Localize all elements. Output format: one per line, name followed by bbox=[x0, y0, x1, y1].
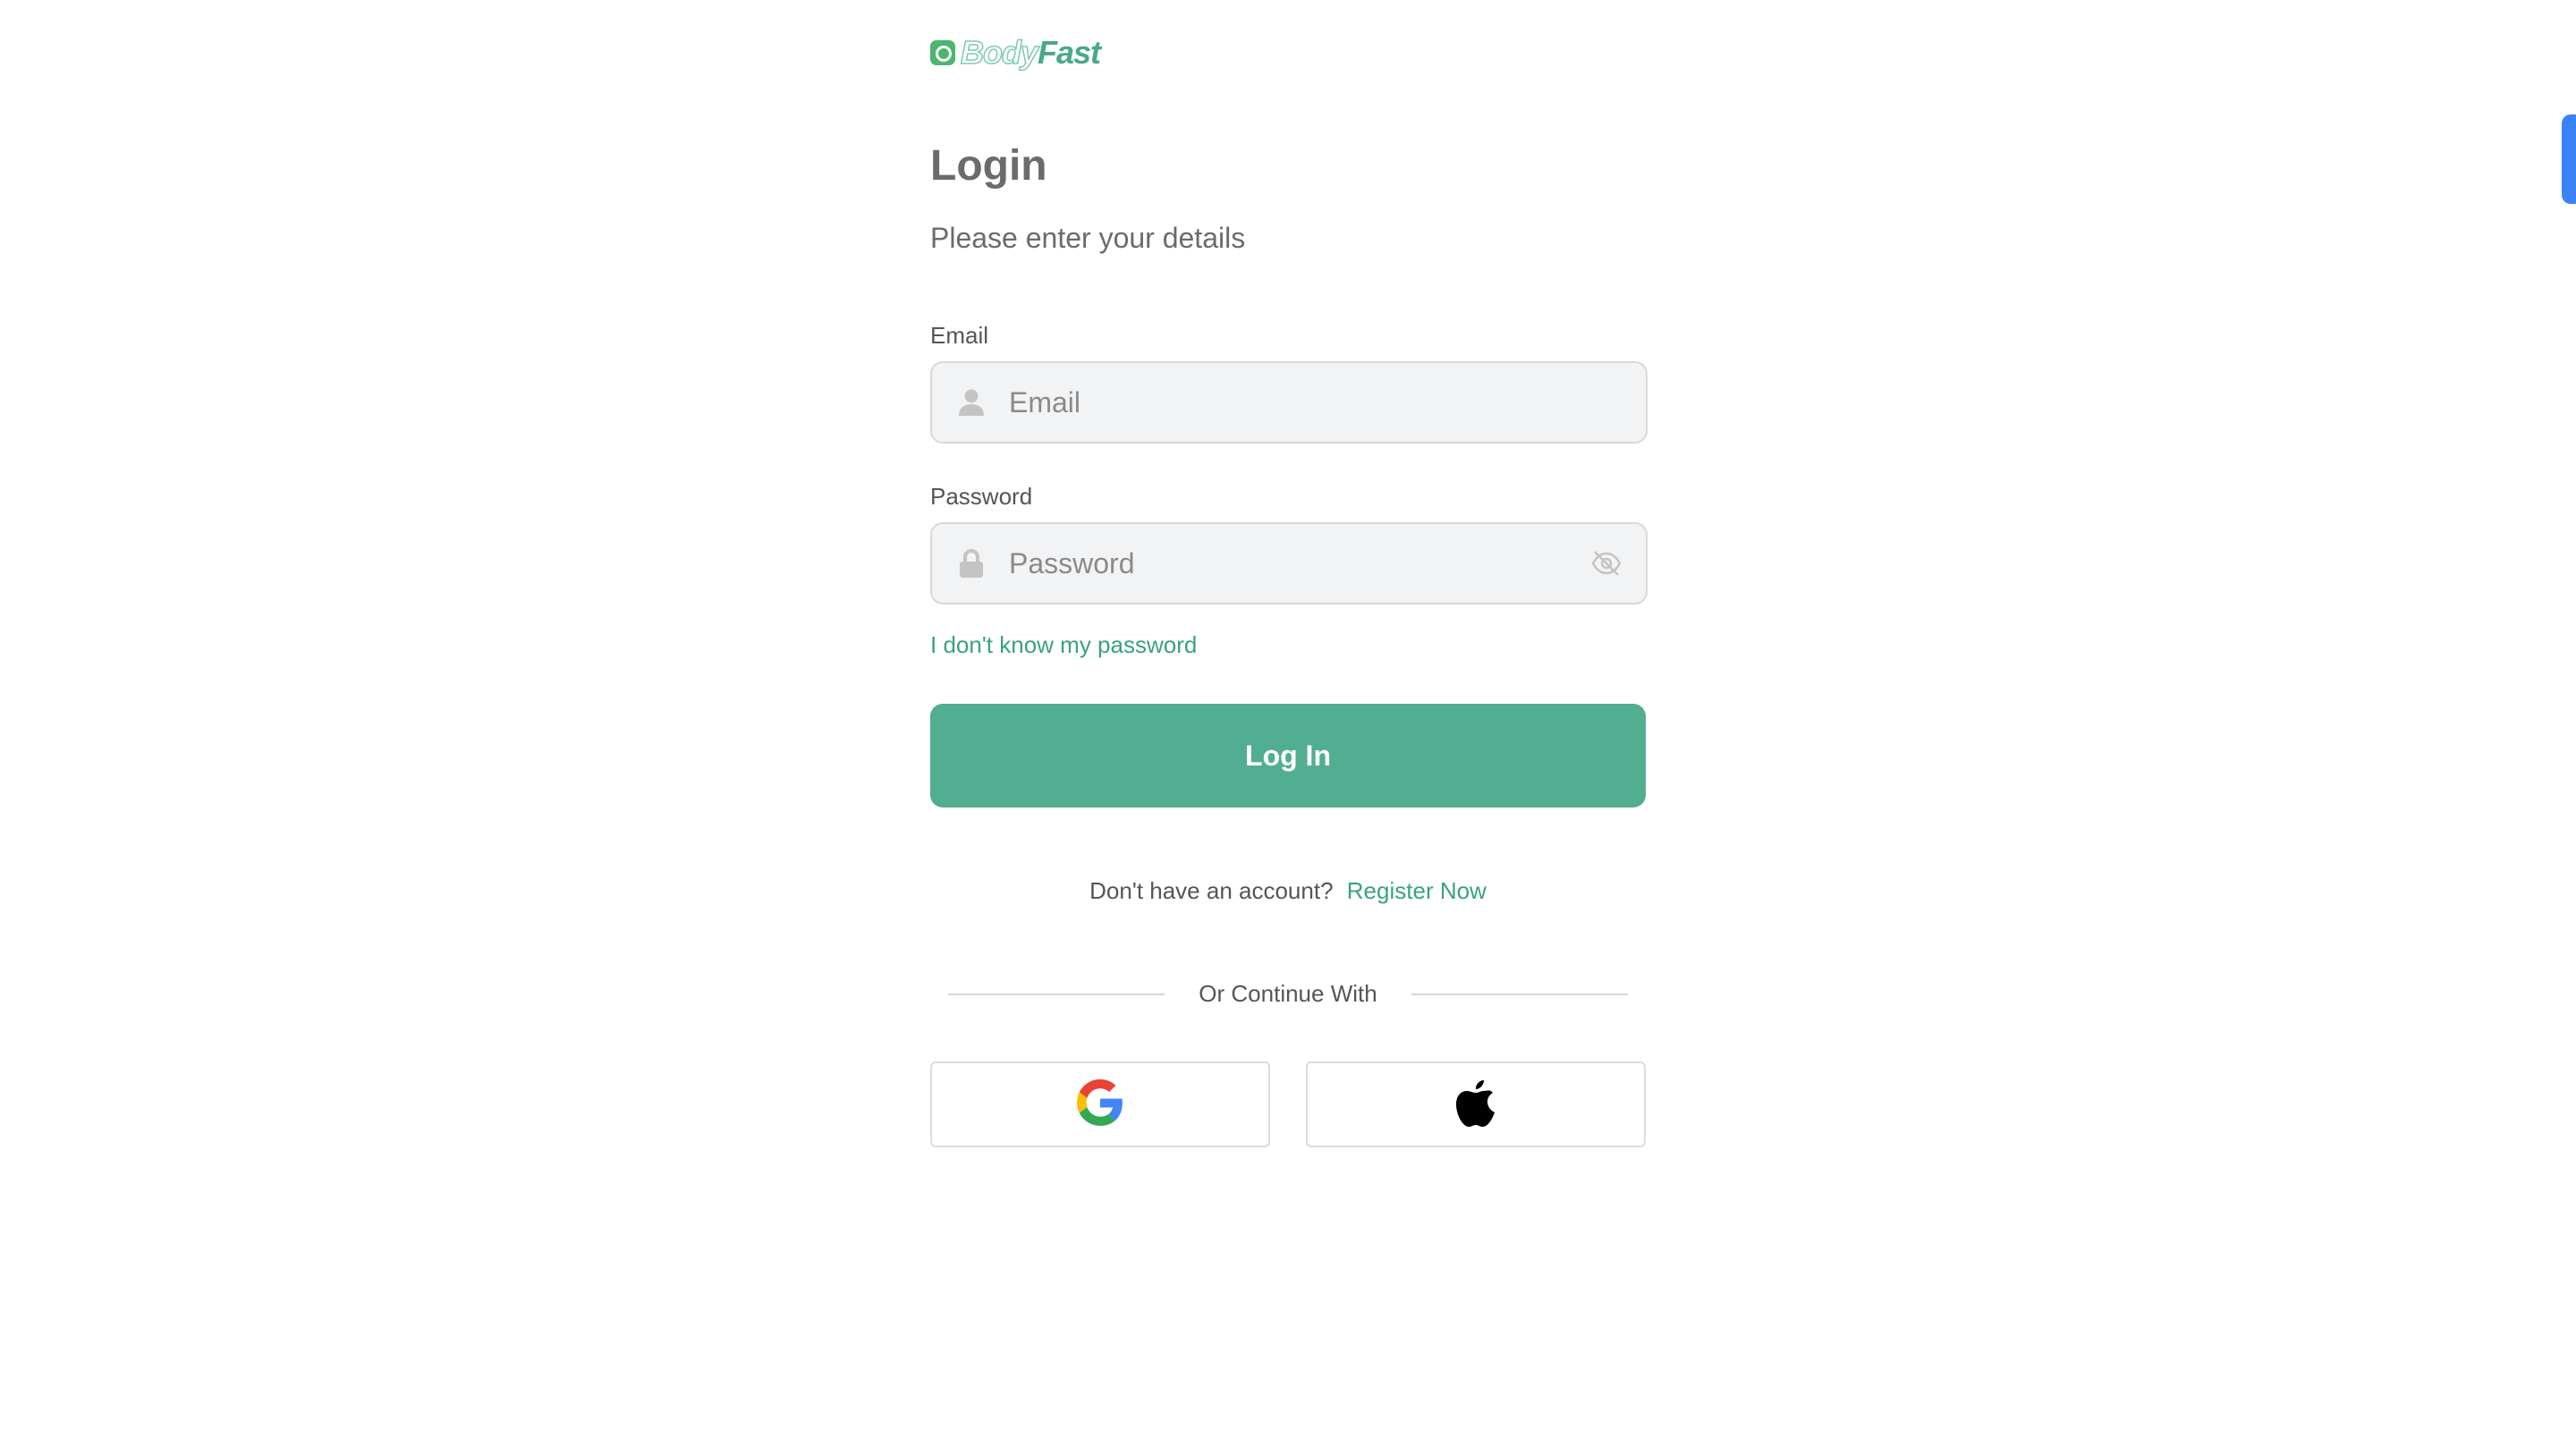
register-link[interactable]: Register Now bbox=[1347, 877, 1487, 904]
user-icon bbox=[952, 383, 991, 422]
apple-icon bbox=[1453, 1077, 1498, 1133]
bodyfast-logo-icon bbox=[930, 40, 955, 65]
eye-off-icon[interactable] bbox=[1587, 544, 1626, 583]
email-input[interactable] bbox=[1007, 366, 1646, 439]
page-subtitle: Please enter your details bbox=[930, 222, 1246, 254]
apple-login-button[interactable] bbox=[1306, 1061, 1646, 1147]
brand-name-fast: Fast bbox=[1038, 34, 1101, 71]
password-input[interactable] bbox=[1007, 527, 1587, 600]
google-icon bbox=[1077, 1078, 1123, 1130]
lock-icon bbox=[952, 544, 991, 583]
register-prompt: Don't have an account? bbox=[1089, 877, 1334, 904]
forgot-password-link[interactable]: I don't know my password bbox=[930, 631, 1197, 659]
login-container: Body Fast Login Please enter your detail… bbox=[930, 32, 1649, 1147]
social-login-row bbox=[930, 1061, 1646, 1147]
email-label: Email bbox=[930, 322, 989, 349]
page-title: Login bbox=[930, 142, 1047, 190]
social-divider: Or Continue With bbox=[930, 980, 1646, 1008]
google-login-button[interactable] bbox=[930, 1061, 1270, 1147]
brand-name-body: Body bbox=[960, 33, 1039, 72]
password-label: Password bbox=[930, 483, 1033, 510]
password-field-wrapper bbox=[930, 522, 1648, 604]
divider-line-left bbox=[948, 993, 1165, 995]
side-feedback-tab[interactable] bbox=[2562, 114, 2576, 204]
email-field-wrapper bbox=[930, 361, 1648, 444]
login-page: Body Fast Login Please enter your detail… bbox=[0, 0, 2576, 1454]
register-row: Don't have an account? Register Now bbox=[930, 877, 1646, 905]
divider-line-right bbox=[1411, 993, 1628, 995]
brand-logo[interactable]: Body Fast bbox=[930, 32, 1649, 73]
login-button[interactable]: Log In bbox=[930, 704, 1646, 807]
divider-text: Or Continue With bbox=[1199, 980, 1377, 1007]
